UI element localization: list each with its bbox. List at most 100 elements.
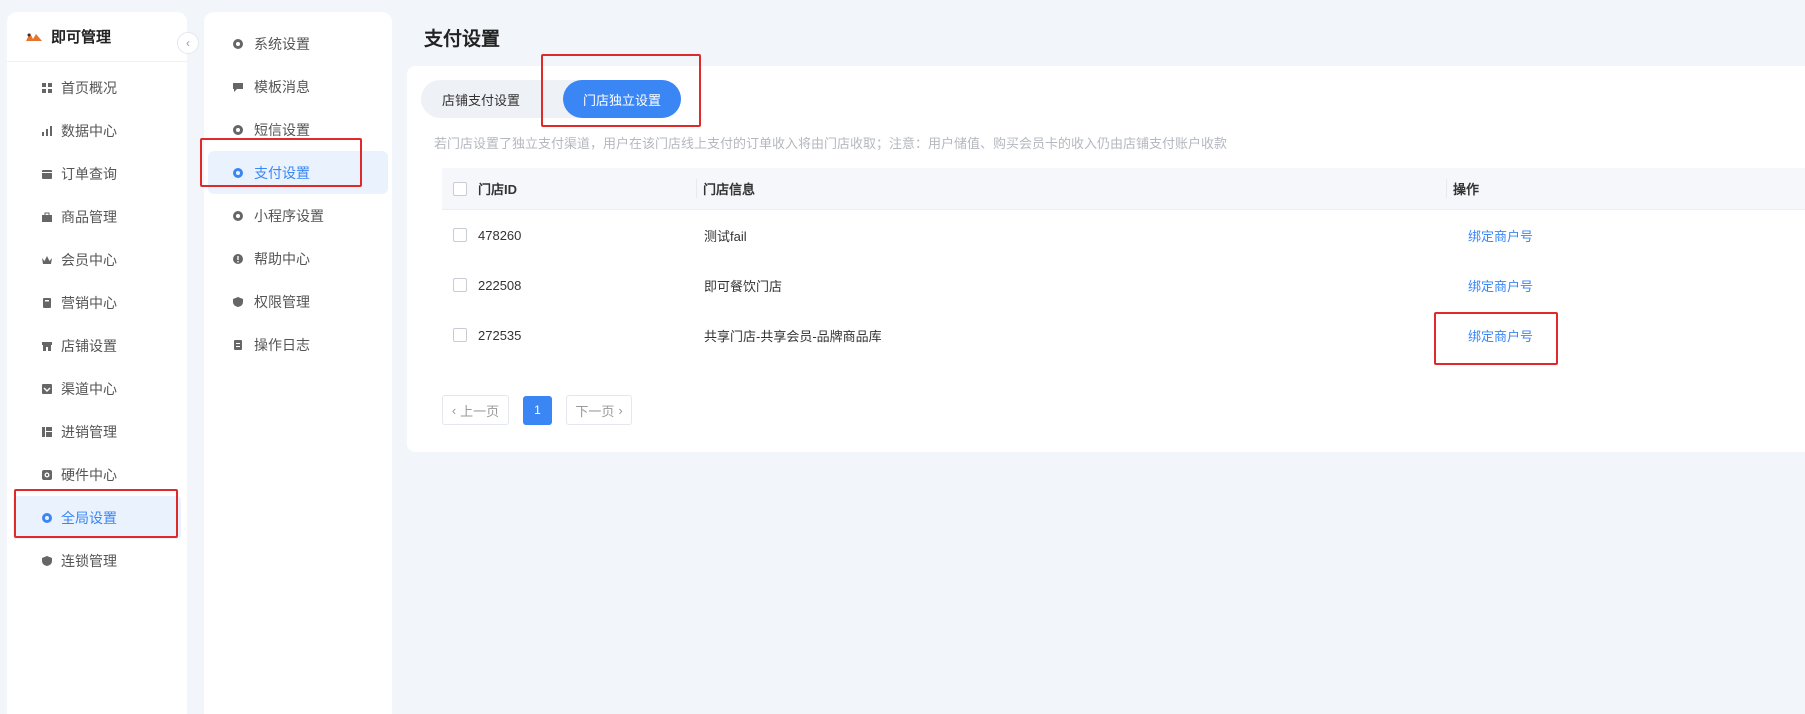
chevron-left-icon: ‹: [451, 402, 457, 418]
brand-header: 即可管理: [7, 12, 187, 62]
bind-merchant-link[interactable]: 绑定商户号: [1468, 329, 1533, 344]
chevron-right-icon: ›: [618, 402, 623, 418]
log-icon: [232, 339, 244, 351]
shield-icon: [41, 555, 53, 567]
table-row: 478260 测试fail 绑定商户号: [442, 210, 1805, 260]
prev-page-label: 上一页: [460, 403, 500, 419]
sidebar-item-label: 商品管理: [61, 208, 117, 225]
sidebar-item-chain[interactable]: 连锁管理: [13, 539, 181, 582]
subnav-item-label: 系统设置: [254, 35, 310, 52]
subnav-item-label: 模板消息: [254, 78, 310, 95]
sidebar-item-inventory[interactable]: 进销管理: [13, 410, 181, 453]
subnav-item-operation-log[interactable]: 操作日志: [208, 323, 388, 366]
main-sidebar: 即可管理 ‹ 首页概况 数据中心 订单查询 商品管理 会员中心 营销中心 店铺设…: [7, 12, 199, 714]
row-check-cell: [442, 328, 478, 342]
main-nav: 首页概况 数据中心 订单查询 商品管理 会员中心 营销中心 店铺设置 渠道中心: [7, 62, 187, 582]
next-page-button[interactable]: 下一页 ›: [566, 395, 632, 425]
tab-independent-store-settings[interactable]: 门店独立设置: [563, 80, 681, 118]
select-all-checkbox[interactable]: [453, 181, 467, 196]
sidebar-item-label: 首页概况: [61, 79, 117, 96]
store-info: 即可餐饮门店: [704, 278, 783, 294]
gear-icon: [41, 512, 53, 524]
row-checkbox[interactable]: [453, 278, 467, 292]
dashboard-icon: [41, 82, 53, 94]
collapse-sidebar-button[interactable]: ‹: [177, 32, 199, 54]
subnav-item-sms-settings[interactable]: 短信设置: [208, 108, 388, 151]
table-row: 272535 共享门店-共享会员-品牌商品库 绑定商户号: [442, 310, 1805, 360]
row-check-cell: [442, 278, 478, 292]
brand-logo-icon: [25, 31, 43, 43]
inventory-icon: [41, 426, 53, 438]
message-icon: [232, 81, 244, 93]
subnav-item-miniprogram-settings[interactable]: 小程序设置: [208, 194, 388, 237]
store-info: 共享门店-共享会员-品牌商品库: [704, 328, 882, 344]
sidebar-item-data-center[interactable]: 数据中心: [13, 109, 181, 152]
table-header: 门店ID 门店信息 操作: [442, 168, 1805, 210]
sidebar-item-label: 订单查询: [61, 165, 117, 182]
tab-switcher: 店铺支付设置 门店独立设置: [421, 80, 681, 118]
sidebar-item-label: 全局设置: [61, 509, 117, 526]
row-checkbox[interactable]: [453, 228, 467, 242]
sidebar-item-label: 进销管理: [61, 423, 117, 440]
sidebar-item-label: 硬件中心: [61, 466, 117, 483]
page-title: 支付设置: [424, 29, 501, 50]
action-cell: 绑定商户号: [1446, 226, 1805, 245]
sidebar-item-dashboard[interactable]: 首页概况: [13, 66, 181, 109]
tab-store-payment-settings[interactable]: 店铺支付设置: [421, 80, 541, 118]
prev-page-button[interactable]: ‹ 上一页: [442, 395, 509, 425]
sidebar-item-store-settings[interactable]: 店铺设置: [13, 324, 181, 367]
hardware-icon: [41, 469, 53, 481]
gear-icon: [232, 124, 244, 136]
sidebar-item-products[interactable]: 商品管理: [13, 195, 181, 238]
subnav-item-help-center[interactable]: 帮助中心: [208, 237, 388, 280]
table-row: 222508 即可餐饮门店 绑定商户号: [442, 260, 1805, 310]
gear-icon: [232, 38, 244, 50]
crown-icon: [41, 254, 53, 266]
channel-icon: [41, 383, 53, 395]
sidebar-item-members[interactable]: 会员中心: [13, 238, 181, 281]
subnav-item-label: 帮助中心: [254, 250, 310, 267]
subnav-item-label: 支付设置: [254, 164, 310, 181]
row-checkbox[interactable]: [453, 328, 467, 342]
subnav-item-permissions[interactable]: 权限管理: [208, 280, 388, 323]
store-icon: [41, 340, 53, 352]
subnav-item-label: 小程序设置: [254, 207, 324, 224]
chevron-left-icon: ‹: [186, 36, 190, 50]
sidebar-item-label: 店铺设置: [61, 337, 117, 354]
column-header-actions: 操作: [1446, 179, 1805, 198]
bar-chart-icon: [41, 125, 53, 137]
notice-text: 若门店设置了独立支付渠道，用户在该门店线上支付的订单收入将由门店收取；注意：用户…: [434, 136, 1228, 151]
sidebar-item-label: 连锁管理: [61, 552, 117, 569]
settings-nav: 系统设置 模板消息 短信设置 支付设置 小程序设置 帮助中心 权限管理 操作日志: [204, 12, 392, 366]
action-cell: 绑定商户号: [1446, 326, 1805, 345]
shield-icon: [232, 296, 244, 308]
store-id: 478260: [478, 227, 522, 243]
sidebar-item-channels[interactable]: 渠道中心: [13, 367, 181, 410]
subnav-item-template-messages[interactable]: 模板消息: [208, 65, 388, 108]
sidebar-item-hardware[interactable]: 硬件中心: [13, 453, 181, 496]
subnav-item-label: 权限管理: [254, 293, 310, 310]
sidebar-item-label: 营销中心: [61, 294, 117, 311]
sidebar-item-label: 渠道中心: [61, 380, 117, 397]
subnav-item-system-settings[interactable]: 系统设置: [208, 22, 388, 65]
page-number-button[interactable]: 1: [523, 395, 552, 425]
header-check-cell: [442, 181, 478, 196]
order-icon: [41, 168, 53, 180]
sidebar-item-global-settings[interactable]: 全局设置: [13, 496, 181, 539]
gear-icon: [232, 167, 244, 179]
bind-merchant-link[interactable]: 绑定商户号: [1468, 229, 1533, 244]
sidebar-item-orders[interactable]: 订单查询: [13, 152, 181, 195]
sidebar-item-marketing[interactable]: 营销中心: [13, 281, 181, 324]
next-page-label: 下一页: [575, 403, 615, 419]
info-icon: [232, 253, 244, 265]
store-info: 测试fail: [704, 228, 747, 244]
store-id: 222508: [478, 277, 522, 293]
column-header-store-id: 门店ID: [478, 182, 518, 197]
action-cell: 绑定商户号: [1446, 276, 1805, 295]
subnav-item-payment-settings[interactable]: 支付设置: [208, 151, 388, 194]
subnav-item-label: 短信设置: [254, 121, 310, 138]
bind-merchant-link[interactable]: 绑定商户号: [1468, 279, 1533, 294]
payment-settings-panel: 店铺支付设置 门店独立设置 若门店设置了独立支付渠道，用户在该门店线上支付的订单…: [407, 66, 1805, 452]
app-title: 即可管理: [51, 29, 112, 46]
store-table: 门店ID 门店信息 操作 478260 测试fail 绑定商户号 222508 …: [442, 168, 1805, 360]
